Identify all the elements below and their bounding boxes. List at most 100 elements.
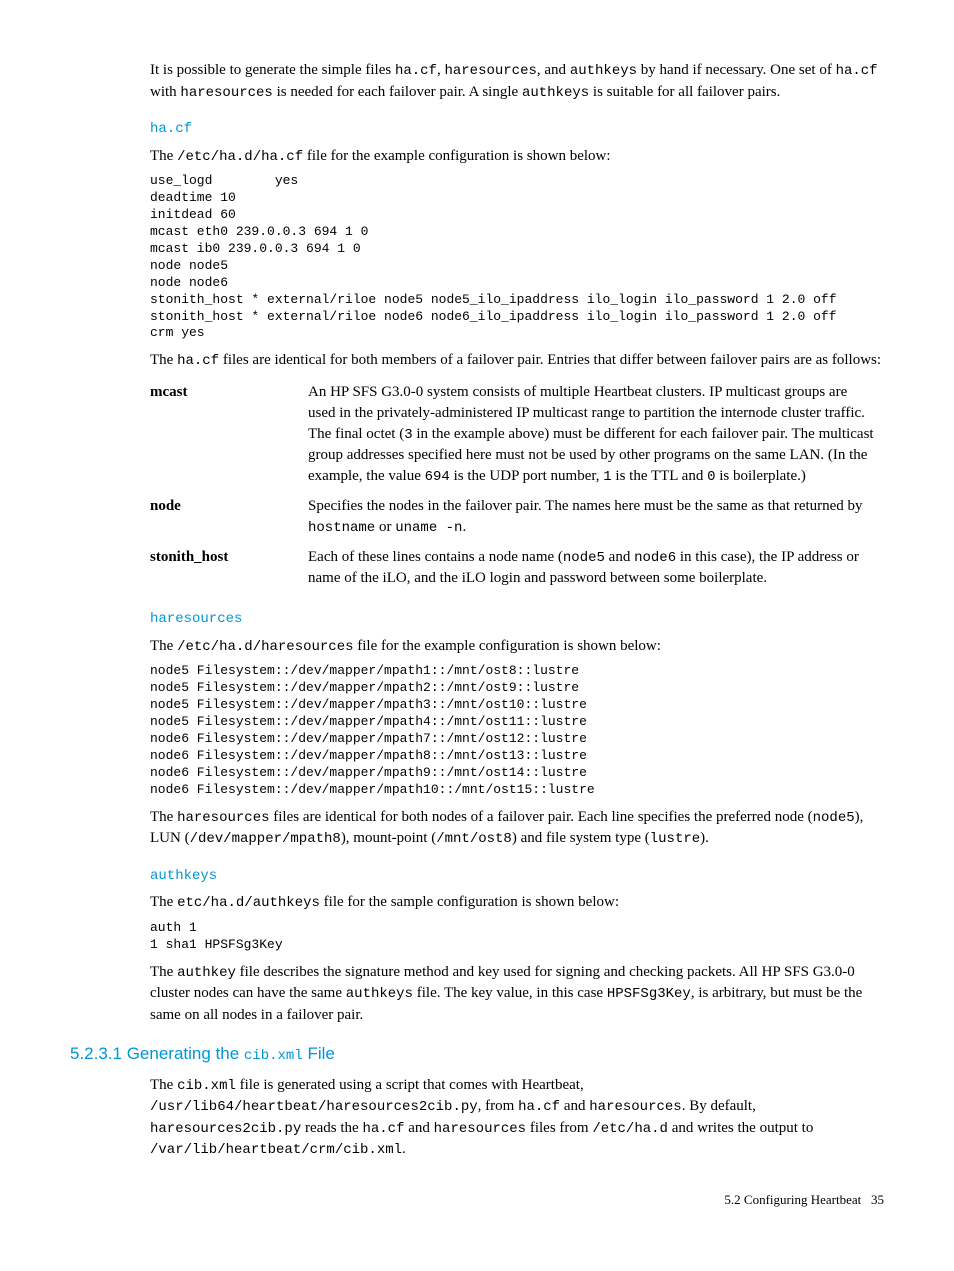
footer-section: 5.2 Configuring Heartbeat — [724, 1192, 861, 1207]
inline-code: ha.cf — [518, 1099, 560, 1115]
text: files are identical for both nodes of a … — [270, 809, 813, 825]
text: is boilerplate.) — [715, 468, 805, 484]
hacf-heading: ha.cf — [150, 117, 884, 140]
text: The — [150, 638, 177, 654]
inline-code: authkeys — [522, 85, 589, 101]
text: is the UDP port number, — [450, 468, 603, 484]
hacf-explain: The ha.cf files are identical for both m… — [150, 350, 884, 372]
text: The — [150, 894, 177, 910]
page-content: It is possible to generate the simple fi… — [150, 60, 884, 1161]
text: is needed for each failover pair. A sing… — [273, 84, 522, 100]
inline-code: lustre — [650, 831, 700, 847]
inline-code: ha.cf — [362, 1121, 404, 1137]
text: and — [605, 549, 634, 565]
def-term: node — [150, 492, 308, 543]
text: by hand if necessary. One set of — [637, 62, 836, 78]
text: It is possible to generate the simple fi… — [150, 62, 395, 78]
intro-paragraph: It is possible to generate the simple fi… — [150, 60, 884, 103]
def-desc: An HP SFS G3.0-0 system consists of mult… — [308, 378, 884, 492]
text: , and — [537, 62, 570, 78]
heading-text: 5.2.3.1 Generating the — [70, 1044, 244, 1063]
inline-code: authkey — [177, 965, 236, 981]
page-footer: 5.2 Configuring Heartbeat 35 — [150, 1191, 884, 1209]
text: and writes the output to — [668, 1120, 813, 1136]
def-term: stonith_host — [150, 543, 308, 594]
def-term: mcast — [150, 378, 308, 492]
inline-code: cib.xml — [244, 1048, 303, 1064]
inline-code: haresources — [180, 85, 272, 101]
heading-text: File — [303, 1044, 335, 1063]
inline-code: node5 — [813, 810, 855, 826]
text: The — [150, 809, 177, 825]
inline-code: ha.cf — [395, 63, 437, 79]
text: The — [150, 1077, 177, 1093]
inline-code: haresources — [444, 63, 536, 79]
inline-code: haresources — [434, 1121, 526, 1137]
inline-code: authkeys — [570, 63, 637, 79]
inline-code: hostname — [308, 520, 375, 536]
inline-code: ha.cf — [836, 63, 878, 79]
inline-code: uname -n — [395, 520, 462, 536]
inline-code: /dev/mapper/mpath8 — [190, 831, 341, 847]
authkeys-intro: The etc/ha.d/authkeys file for the sampl… — [150, 892, 884, 914]
text: file for the example configuration is sh… — [354, 638, 661, 654]
def-desc: Specifies the nodes in the failover pair… — [308, 492, 884, 543]
footer-page-number: 35 — [871, 1192, 884, 1207]
haresources-intro: The /etc/ha.d/haresources file for the e… — [150, 636, 884, 658]
def-row-mcast: mcast An HP SFS G3.0-0 system consists o… — [150, 378, 884, 492]
inline-code: HPSFSg3Key — [607, 986, 691, 1002]
text: ). — [700, 830, 709, 846]
text: The — [150, 352, 177, 368]
text: . By default, — [682, 1098, 756, 1114]
inline-code: /mnt/ost8 — [436, 831, 512, 847]
text: file is generated using a script that co… — [236, 1077, 584, 1093]
inline-code: /etc/ha.d — [592, 1121, 668, 1137]
text: . — [462, 519, 466, 535]
cibxml-paragraph: The cib.xml file is generated using a sc… — [150, 1075, 884, 1161]
text: files from — [526, 1120, 592, 1136]
inline-code: 1 — [603, 469, 611, 485]
text: reads the — [301, 1120, 362, 1136]
text: ), mount-point ( — [341, 830, 436, 846]
def-row-node: node Specifies the nodes in the failover… — [150, 492, 884, 543]
text: and — [560, 1098, 589, 1114]
inline-code: node5 — [563, 550, 605, 566]
haresources-explain: The haresources files are identical for … — [150, 807, 884, 850]
authkeys-code-block: auth 1 1 sha1 HPSFSg3Key — [150, 920, 884, 954]
inline-code: 694 — [425, 469, 450, 485]
text: and — [404, 1120, 433, 1136]
text: . — [402, 1141, 406, 1157]
inline-code: ha.cf — [177, 353, 219, 369]
hacf-code-block: use_logd yes deadtime 10 initdead 60 mca… — [150, 173, 884, 342]
inline-code: node6 — [634, 550, 676, 566]
hacf-intro: The /etc/ha.d/ha.cf file for the example… — [150, 146, 884, 168]
text: , from — [478, 1098, 518, 1114]
authkeys-explain: The authkey file describes the signature… — [150, 962, 884, 1026]
def-row-stonith: stonith_host Each of these lines contain… — [150, 543, 884, 594]
cibxml-heading: 5.2.3.1 Generating the cib.xml File — [70, 1042, 884, 1067]
inline-code: haresources2cib.py — [150, 1121, 301, 1137]
inline-code: /etc/ha.d/ha.cf — [177, 149, 303, 165]
text: ) and file system type ( — [512, 830, 650, 846]
text: with — [150, 84, 180, 100]
text: Each of these lines contains a node name… — [308, 549, 563, 565]
heading-text: authkeys — [150, 868, 217, 884]
text: Specifies the nodes in the failover pair… — [308, 498, 863, 514]
text: file for the example configuration is sh… — [303, 148, 610, 164]
heading-text: haresources — [150, 611, 242, 627]
inline-code: cib.xml — [177, 1078, 236, 1094]
text: files are identical for both members of … — [219, 352, 881, 368]
text: is suitable for all failover pairs. — [589, 84, 780, 100]
authkeys-heading: authkeys — [150, 864, 884, 887]
inline-code: etc/ha.d/authkeys — [177, 895, 320, 911]
text: or — [375, 519, 395, 535]
inline-code: haresources — [177, 810, 269, 826]
inline-code: /var/lib/heartbeat/crm/cib.xml — [150, 1142, 402, 1158]
inline-code: /etc/ha.d/haresources — [177, 639, 353, 655]
text: file for the sample configuration is sho… — [320, 894, 619, 910]
text: The — [150, 964, 177, 980]
inline-code: haresources — [589, 1099, 681, 1115]
def-desc: Each of these lines contains a node name… — [308, 543, 884, 594]
haresources-code-block: node5 Filesystem::/dev/mapper/mpath1::/m… — [150, 663, 884, 798]
inline-code: 3 — [404, 427, 412, 443]
